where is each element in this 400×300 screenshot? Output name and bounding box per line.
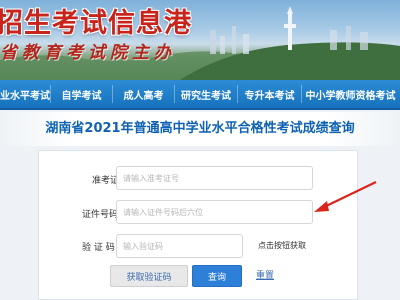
site-title: 招生考试信息港 xyxy=(0,8,192,39)
reset-link[interactable]: 重置 xyxy=(256,268,274,281)
nav-item-teacher-qualification-exam[interactable]: 中小学教师资格考试 xyxy=(302,87,399,102)
red-arrow-icon xyxy=(314,181,377,212)
page-title: 湖南省2021年普通高中学业水平合格性考试成绩查询 xyxy=(0,112,400,146)
query-button[interactable]: 查询 xyxy=(192,265,242,287)
site-banner: 招生考试信息港 省教育考试院主办 xyxy=(0,0,400,80)
nav-item-adult-college-exam[interactable]: 成人高考 xyxy=(113,87,174,102)
captcha-image-button[interactable]: 点击按钮获取 xyxy=(250,235,314,255)
main-nav: 业水平考试 自学考试 成人高考 研究生考试 专升本考试 中小学教师资格考试 xyxy=(0,80,400,110)
site-subtitle: 省教育考试院主办 xyxy=(0,43,176,63)
id-number-input[interactable] xyxy=(116,200,313,224)
nav-item-upgrade-exam[interactable]: 专升本考试 xyxy=(238,87,301,102)
captcha-input[interactable] xyxy=(116,234,243,258)
nav-item-academic-proficiency-exam[interactable]: 业水平考试 xyxy=(0,87,50,102)
get-captcha-button[interactable]: 获取验证码 xyxy=(110,265,188,287)
nav-item-self-study-exam[interactable]: 自学考试 xyxy=(51,87,112,102)
exam-number-input[interactable] xyxy=(116,166,313,190)
nav-item-graduate-exam[interactable]: 研究生考试 xyxy=(175,87,237,102)
